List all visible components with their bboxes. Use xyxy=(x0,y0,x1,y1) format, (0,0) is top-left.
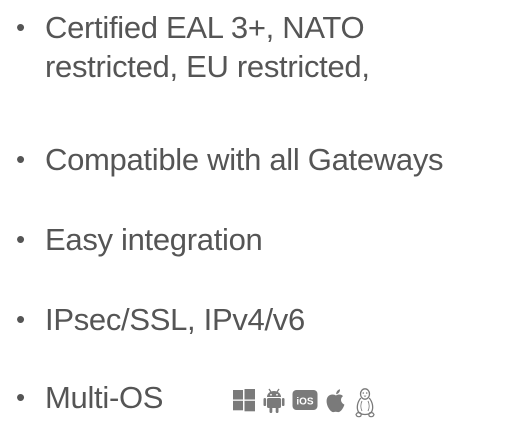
bullet-text: Certified EAL 3+, NATO restricted, EU re… xyxy=(45,8,370,86)
bullet-marker: • xyxy=(16,144,25,174)
ios-icon-label: iOS xyxy=(296,397,314,408)
windows-icon xyxy=(232,388,256,414)
android-icon xyxy=(263,388,285,414)
ios-icon: iOS xyxy=(292,388,318,414)
bullet-marker: • xyxy=(16,304,25,334)
bullet-text-line-2: restricted, EU restricted, xyxy=(45,49,370,84)
bullet-marker: • xyxy=(16,224,25,254)
bullet-marker: • xyxy=(16,382,25,412)
bullet-text-line-1: Certified EAL 3+, NATO xyxy=(45,10,365,45)
feature-bullet-list: • Certified EAL 3+, NATO restricted, EU … xyxy=(0,0,508,428)
bullet-text: IPsec/SSL, IPv4/v6 xyxy=(45,302,305,337)
bullet-text: Compatible with all Gateways xyxy=(45,142,444,177)
os-icons-row: iOS xyxy=(232,386,376,418)
bullet-marker: • xyxy=(16,12,25,42)
bullet-text: Easy integration xyxy=(45,222,263,257)
linux-icon xyxy=(354,388,376,418)
apple-icon xyxy=(325,388,347,414)
bullet-text: Multi-OS xyxy=(45,380,164,415)
